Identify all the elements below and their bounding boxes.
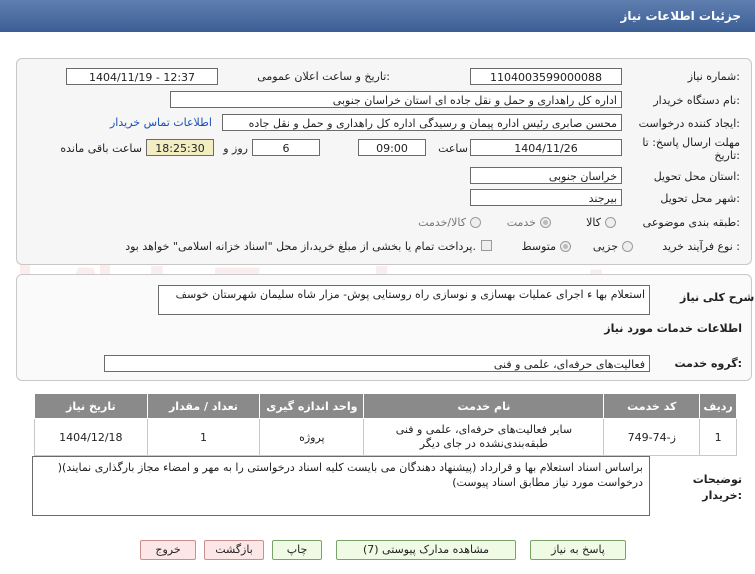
buyer-org-label: نام دستگاه خریدار: <box>653 94 740 107</box>
exit-button[interactable]: خروج <box>140 540 196 560</box>
col-unit: واحد اندازه گیری <box>259 393 365 419</box>
process-radio-medium[interactable] <box>560 241 571 252</box>
announce-field: 1404/11/19 - 12:37 <box>66 68 218 85</box>
payment-note: پرداخت تمام یا بخشی از مبلغ خرید،از محل … <box>125 240 476 253</box>
contact-buyer-link[interactable]: اطلاعات تماس خریدار <box>110 116 212 129</box>
category-radio-goods-service[interactable] <box>470 217 481 228</box>
creator-label: ایجاد کننده درخواست: <box>638 117 740 130</box>
col-service-name: نام خدمت <box>363 393 605 419</box>
need-number-label: شماره نیاز: <box>687 70 740 83</box>
announce-label: تاریخ و ساعت اعلان عمومی: <box>257 70 390 83</box>
cell-need-date: 1404/12/18 <box>34 418 148 456</box>
cell-service-code: ز-74-749 <box>603 418 701 456</box>
buyer-notes-field: براساس اسناد استعلام بها و قرارداد (پیشن… <box>32 456 650 516</box>
city-label: شهر محل تحویل: <box>660 192 740 205</box>
services-section-title: اطلاعات خدمات مورد نیاز <box>604 322 742 335</box>
need-number-field: 1104003599000088 <box>470 68 622 85</box>
cell-unit: پروژه <box>259 418 365 456</box>
window-title: جزئیات اطلاعات نیاز <box>620 9 741 23</box>
description-label: شرح کلی نیاز: <box>680 291 755 304</box>
deadline-date-field: 1404/11/26 <box>470 139 622 156</box>
category-option-goods-service: کالا/خدمت <box>418 216 466 229</box>
description-field: استعلام بها ء اجرای عملیات بهسازی و نوسا… <box>158 285 650 315</box>
treasury-checkbox[interactable] <box>481 240 492 251</box>
cell-row-number: 1 <box>699 418 737 456</box>
buyer-org-field: اداره کل راهداری و حمل و نقل جاده ای است… <box>170 91 622 108</box>
category-option-service: خدمت <box>506 216 536 229</box>
reply-button[interactable]: پاسخ به نیاز <box>530 540 626 560</box>
print-button[interactable]: چاپ <box>272 540 322 560</box>
category-radio-goods[interactable] <box>605 217 616 228</box>
remaining-time-field: 18:25:30 <box>146 139 214 156</box>
cell-quantity: 1 <box>146 418 261 456</box>
col-service-code: کد خدمت <box>603 393 701 419</box>
col-row-number: ردیف <box>699 393 737 419</box>
col-quantity: تعداد / مقدار <box>146 393 261 419</box>
buyer-notes-label-2: خریدار: <box>702 489 742 502</box>
category-label: طبقه بندی موضوعی: <box>642 216 740 229</box>
buyer-notes-label: توضیحات <box>692 473 742 486</box>
process-option-medium: متوسط <box>521 240 556 253</box>
back-button[interactable]: بازگشت <box>204 540 264 560</box>
city-field: بیرجند <box>470 189 622 206</box>
process-option-minor: جزیی <box>592 240 618 253</box>
attachments-button[interactable]: مشاهده مدارک پیوستی (7) <box>336 540 516 560</box>
window-titlebar: جزئیات اطلاعات نیاز <box>0 0 755 32</box>
category-radio-service[interactable] <box>540 217 551 228</box>
services-table: ردیف کد خدمت نام خدمت واحد اندازه گیری ت… <box>34 393 737 456</box>
province-field: خراسان جنوبی <box>470 167 622 184</box>
days-label: روز و <box>223 142 248 155</box>
remaining-label: ساعت باقی مانده <box>60 142 142 155</box>
province-label: استان محل تحویل: <box>653 170 740 183</box>
deadline-time-field: 09:00 <box>358 139 426 156</box>
deadline-label: مهلت ارسال پاسخ: تا <box>642 136 740 149</box>
days-field: 6 <box>252 139 320 156</box>
category-option-goods: کالا <box>586 216 601 229</box>
deadline-date-label: تاریخ: <box>714 149 740 162</box>
col-need-date: تاریخ نیاز <box>34 393 148 419</box>
cell-service-name: سایر فعالیت‌های حرفه‌ای، علمی و فنی طبقه… <box>363 418 605 456</box>
service-group-label: گروه خدمت: <box>674 357 742 370</box>
service-group-field: فعالیت‌های حرفه‌ای، علمی و فنی <box>104 355 650 372</box>
process-radio-minor[interactable] <box>622 241 633 252</box>
time-label: ساعت <box>438 142 468 155</box>
services-table-header: ردیف کد خدمت نام خدمت واحد اندازه گیری ت… <box>34 393 737 419</box>
creator-field: محسن صابری رئیس اداره پیمان و رسیدگی ادا… <box>222 114 622 131</box>
process-label: نوع فرآیند خرید : <box>662 240 740 253</box>
table-row: 1 ز-74-749 سایر فعالیت‌های حرفه‌ای، علمی… <box>34 418 737 456</box>
